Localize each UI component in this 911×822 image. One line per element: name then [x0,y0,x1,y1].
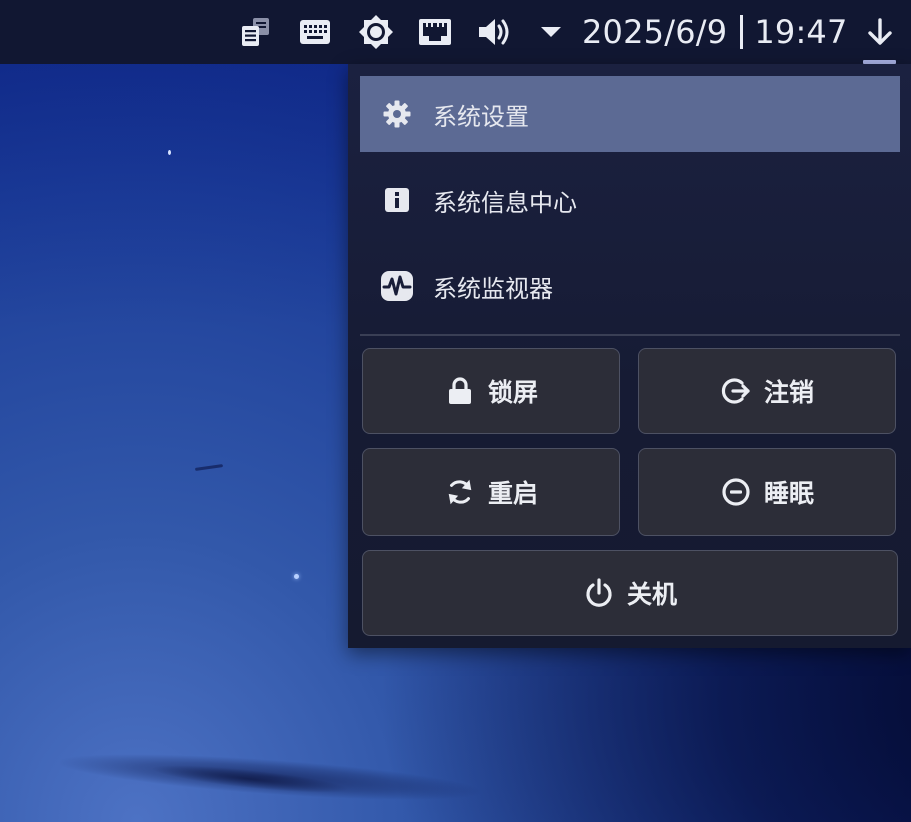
menu-divider [360,334,900,336]
gear-icon [380,97,414,131]
notes-icon[interactable] [236,12,276,52]
system-monitor-icon [380,269,414,303]
menu-item-label: 系统设置 [433,102,529,131]
info-icon [380,183,414,217]
menu-item-label: 系统信息中心 [433,188,577,217]
network-icon[interactable] [414,12,456,52]
wallpaper-star [294,574,299,579]
time-label: 19:47 [754,13,848,51]
system-menu-popup: 系统设置 系统信息中心 系统监视器 锁屏 注销 重启 睡眠 关机 [348,64,911,648]
expand-triangle-icon[interactable] [536,12,566,52]
logout-icon [720,375,752,407]
clock[interactable]: 2025/6/9 19:47 [582,12,848,52]
menu-item-system-settings[interactable]: 系统设置 [360,76,900,152]
menu-item-label: 系统监视器 [433,274,553,303]
restart-button[interactable]: 重启 [362,448,620,536]
lock-icon [444,375,476,407]
brightness-icon[interactable] [355,12,397,52]
volume-icon[interactable] [474,12,516,52]
keyboard-icon[interactable] [295,12,335,52]
arrow-down-icon[interactable] [860,12,900,52]
menu-item-system-info[interactable]: 系统信息中心 [360,162,900,238]
logout-button[interactable]: 注销 [638,348,896,434]
top-panel: 2025/6/9 19:47 [0,0,911,64]
sleep-button[interactable]: 睡眠 [638,448,896,536]
clock-separator [740,15,744,49]
menu-item-system-monitor[interactable]: 系统监视器 [360,248,900,324]
date-label: 2025/6/9 [582,13,728,51]
restart-label: 重启 [487,479,538,508]
power-icon [583,577,615,609]
shutdown-button[interactable]: 关机 [362,550,898,636]
wallpaper-star [168,150,171,155]
restart-icon [444,476,476,508]
sleep-icon [720,476,752,508]
shutdown-label: 关机 [626,580,677,609]
lock-screen-label: 锁屏 [487,378,538,407]
sleep-label: 睡眠 [763,479,814,508]
logout-label: 注销 [763,378,814,407]
lock-screen-button[interactable]: 锁屏 [362,348,620,434]
